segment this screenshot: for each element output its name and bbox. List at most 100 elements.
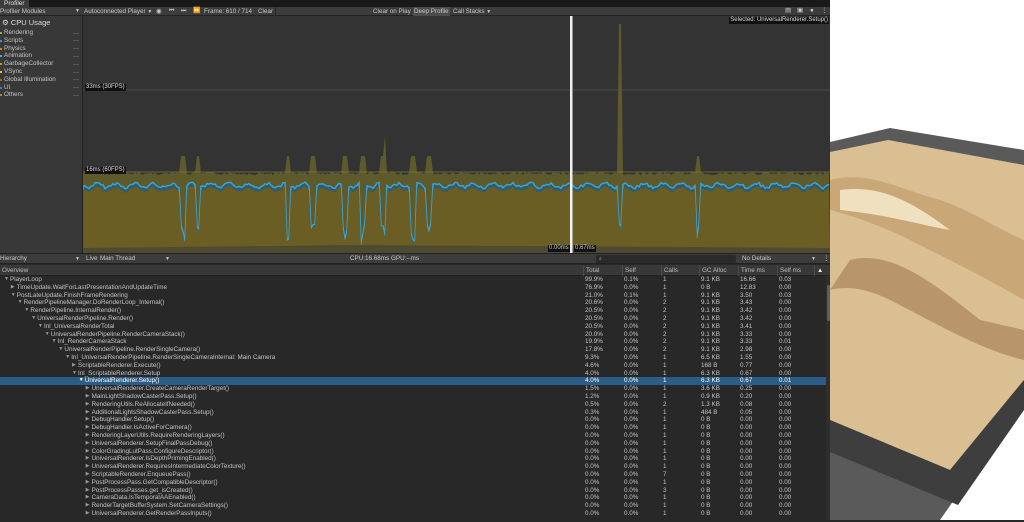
more-icon[interactable]: ⋮ xyxy=(823,254,829,264)
legend-item-others[interactable]: Others xyxy=(0,91,82,99)
expand-closed-icon[interactable]: ▶ xyxy=(86,487,90,495)
table-row[interactable]: ▼ Inl_UniversalRenderPipeline.RenderSingl… xyxy=(0,354,826,362)
expand-open-icon[interactable]: ▼ xyxy=(11,292,16,300)
expand-closed-icon[interactable]: ▶ xyxy=(86,424,90,432)
table-row[interactable]: ▶ UniversalRenderer.IsDepthPrimingEnabled… xyxy=(0,455,826,463)
column-header-gc-alloc[interactable]: GC Alloc xyxy=(699,265,738,276)
expand-open-icon[interactable]: ▼ xyxy=(58,346,63,354)
table-row[interactable]: ▶ AdditionalLightsShadowCasterPass.Setup(… xyxy=(0,409,826,417)
expand-closed-icon[interactable]: ▶ xyxy=(86,510,90,518)
table-row[interactable]: ▼ Inl_ScriptableRenderer.Setup 4.0% 0.0% 1 6.… xyxy=(0,370,826,378)
thread-dropdown[interactable]: Main Thread ▼ xyxy=(100,254,172,264)
clear-on-play-button[interactable]: Clear on Play xyxy=(372,7,412,16)
expand-open-icon[interactable]: ▼ xyxy=(38,323,43,331)
live-toggle[interactable]: Live xyxy=(86,254,98,264)
table-row[interactable]: ▶ RenderingUtils.ReAllocateIfNeeded() 0.5%… xyxy=(0,401,826,409)
expand-closed-icon[interactable]: ▶ xyxy=(86,479,90,487)
table-row[interactable]: ▼ UniversalRenderer.Setup() 4.0% 0.0% 1 6.3 K… xyxy=(0,377,826,386)
expand-closed-icon[interactable]: ▶ xyxy=(86,393,90,401)
column-header-self-ms[interactable]: Self ms xyxy=(777,265,814,276)
expand-closed-icon[interactable]: ▶ xyxy=(86,455,90,463)
legend-item-animation[interactable]: Animation xyxy=(0,52,82,60)
next-frame-button[interactable]: ⏭ xyxy=(181,7,186,16)
table-row[interactable]: ▼ UniversalRenderPipeline.Render() 20.5% 0.… xyxy=(0,315,826,323)
expand-open-icon[interactable]: ▼ xyxy=(31,315,36,323)
expand-closed-icon[interactable]: ▶ xyxy=(86,385,90,393)
profiler-tab[interactable]: Profiler xyxy=(0,0,29,7)
table-row[interactable]: ▶ CameraData.IsTemporalAAEnabled() 0.0% 0.0… xyxy=(0,494,826,502)
table-row[interactable]: ▶ DebugHandler.Setup() 0.0% 0.0% 1 0 B 0.00 0.0… xyxy=(0,416,826,424)
table-row[interactable]: ▶ PostProcessPass.GetCompatibleDescriptor… xyxy=(0,479,826,487)
load-icon[interactable]: ▤ xyxy=(785,7,791,14)
expand-closed-icon[interactable]: ▶ xyxy=(86,494,90,502)
expand-closed-icon[interactable]: ▶ xyxy=(11,284,15,292)
table-row[interactable]: ▶ TimeUpdate.WaitForLastPresentationAndUp… xyxy=(0,284,826,292)
clear-button[interactable]: Clear xyxy=(256,7,277,16)
expand-open-icon[interactable]: ▼ xyxy=(45,331,50,339)
legend-item-global-illumination[interactable]: Global Illumination xyxy=(0,76,82,84)
details-dropdown[interactable]: No Details ▼ xyxy=(742,254,818,264)
table-row[interactable]: ▶ DebugHandler.IsActiveForCamera() 0.0% 0.0… xyxy=(0,424,826,432)
first-frame-button[interactable]: ⏮ xyxy=(169,7,174,16)
table-row[interactable]: ▶ UniversalRenderer.GetRenderPassInputs()… xyxy=(0,510,826,518)
expand-open-icon[interactable]: ▼ xyxy=(65,354,70,362)
expand-open-icon[interactable]: ▼ xyxy=(52,338,57,346)
table-row[interactable]: ▼ PostLateUpdate.FinishFrameRendering 21.0… xyxy=(0,292,826,300)
table-row[interactable]: ▼ RenderPipelineManager.DoRenderLoop_Inte… xyxy=(0,299,826,307)
scrollbar-thumb[interactable] xyxy=(827,285,830,321)
table-row[interactable]: ▶ PostProcessPasses.get_isCreated() 0.0% 0.… xyxy=(0,487,826,495)
legend-item-vsync[interactable]: VSync xyxy=(0,68,82,76)
expand-closed-icon[interactable]: ▶ xyxy=(86,502,90,510)
table-row[interactable]: ▶ ScriptableRenderer.Execute() 4.6% 0.0% 1 16… xyxy=(0,362,826,370)
expand-open-icon[interactable]: ▼ xyxy=(4,276,9,284)
expand-open-icon[interactable]: ▼ xyxy=(72,370,77,378)
view-dropdown[interactable]: Hierarchy ▼ xyxy=(0,254,82,264)
expand-closed-icon[interactable]: ▶ xyxy=(86,440,90,448)
expand-open-icon[interactable]: ▼ xyxy=(79,377,84,385)
table-row[interactable]: ▶ UniversalRenderer.RequiresIntermediateC… xyxy=(0,463,826,471)
table-row[interactable]: ▶ ColorGradingLutPass.ConfigureDescriptor… xyxy=(0,448,826,456)
profiler-modules-dropdown[interactable]: Profiler Modules ▼ xyxy=(0,7,82,16)
legend-item-garbagecollector[interactable]: GarbageCollector xyxy=(0,60,82,68)
table-row[interactable]: ▶ RenderTargetBufferSystem.SetCameraSetti… xyxy=(0,502,826,510)
column-header-calls[interactable]: Calls xyxy=(661,265,699,276)
player-dropdown[interactable]: Autoconnected Player ▼ xyxy=(84,7,152,16)
legend-item-scripts[interactable]: Scripts xyxy=(0,37,82,45)
table-row[interactable]: ▼ Inl_RenderCameraStack 19.9% 0.0% 2 9.1 KB 3.… xyxy=(0,338,826,346)
scene-view[interactable] xyxy=(830,0,1024,520)
cpu-usage-chart[interactable]: 33ms (30FPS) 16ms (60FPS) Selected: Univ… xyxy=(83,16,830,253)
legend-item-rendering[interactable]: Rendering xyxy=(0,29,82,37)
column-header-time-ms[interactable]: Time ms xyxy=(738,265,777,276)
column-header-total[interactable]: Total xyxy=(583,265,622,276)
table-row[interactable]: ▶ RenderingLayerUtils.RequireRenderingLay… xyxy=(0,432,826,440)
table-row[interactable]: ▶ ScriptableRenderer.EnqueuePass() 0.0% 0.0… xyxy=(0,471,826,479)
table-row[interactable]: ▼ UniversalRenderPipeline.RenderSingleCam… xyxy=(0,346,826,354)
call-stacks-dropdown[interactable]: Call Stacks ▼ xyxy=(453,7,491,16)
expand-closed-icon[interactable]: ▶ xyxy=(86,448,90,456)
table-row[interactable]: ▼ RenderPipeline.InternalRender() 20.5% 0.0… xyxy=(0,307,826,315)
table-row[interactable]: ▼ UniversalRenderPipeline.RenderCameraSta… xyxy=(0,331,826,339)
expand-closed-icon[interactable]: ▶ xyxy=(86,463,90,471)
expand-closed-icon[interactable]: ▶ xyxy=(86,471,90,479)
table-row[interactable]: ▶ UniversalRenderer.CreateCameraRenderTar… xyxy=(0,385,826,393)
more-icon[interactable]: ⋮ xyxy=(821,7,827,14)
record-button[interactable]: ◉ xyxy=(156,7,162,16)
legend-item-ui[interactable]: UI xyxy=(0,84,82,92)
last-frame-button[interactable]: ⏩ xyxy=(193,7,200,16)
legend-item-physics[interactable]: Physics xyxy=(0,45,82,53)
expand-open-icon[interactable]: ▼ xyxy=(18,299,23,307)
deep-profile-button[interactable]: Deep Profile xyxy=(413,7,450,16)
search-input[interactable]: ⌕ xyxy=(596,255,736,263)
expand-closed-icon[interactable]: ▶ xyxy=(86,416,90,424)
expand-closed-icon[interactable]: ▶ xyxy=(86,409,90,417)
table-row[interactable]: ▼ Inl_UniversalRenderTotal 20.5% 0.0% 2 9.1 K… xyxy=(0,323,826,331)
table-row[interactable]: ▶ MainLightShadowCasterPass.Setup() 1.2% 0.… xyxy=(0,393,826,401)
column-header-overview[interactable]: Overview xyxy=(0,265,583,276)
cpu-usage-module[interactable]: ⚙ CPU Usage Rendering Scripts Physics Anima… xyxy=(0,16,83,253)
expand-closed-icon[interactable]: ▶ xyxy=(72,362,76,370)
expand-closed-icon[interactable]: ▶ xyxy=(86,432,90,440)
table-row[interactable]: ▼ PlayerLoop 99.9% 0.1% 1 9.1 KB 16.66 0.03 xyxy=(0,276,826,284)
column-header-self[interactable]: Self xyxy=(622,265,661,276)
expand-closed-icon[interactable]: ▶ xyxy=(86,401,90,409)
table-row[interactable]: ▶ UniversalRenderer.SetupFinalPassDebug()… xyxy=(0,440,826,448)
